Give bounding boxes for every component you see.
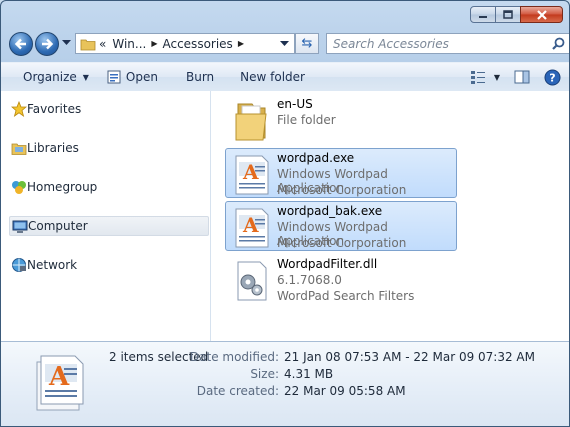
libraries-icon	[11, 143, 27, 155]
view-controls: ▼ ?	[470, 63, 561, 91]
file-item-wordpad[interactable]: A wordpad.exe Windows Wordpad Applicatio…	[225, 148, 457, 198]
nav-item-homegroup[interactable]: Homegroup	[9, 177, 209, 197]
wordpad-icon: A	[36, 355, 84, 411]
nav-item-libraries[interactable]: Libraries	[9, 138, 209, 158]
wordpad-icon: A	[235, 155, 269, 195]
caption-buttons	[470, 6, 563, 23]
size-value: 4.31 MB	[284, 367, 334, 381]
minimize-icon	[479, 15, 487, 18]
open-label: Open	[125, 70, 158, 84]
svg-text:A: A	[242, 160, 259, 184]
network-icon	[12, 258, 26, 272]
dll-icon	[237, 261, 267, 301]
nav-label: Favorites	[27, 102, 82, 116]
star-icon	[11, 101, 27, 117]
organize-menu[interactable]: Organize ▼	[1, 63, 97, 91]
nav-label: Libraries	[27, 141, 79, 155]
date-created-label: Date created:	[196, 384, 279, 398]
computer-icon	[12, 220, 28, 233]
view-icon	[470, 71, 485, 84]
change-view-button[interactable]: ▼	[470, 70, 500, 84]
chevron-down-icon: ▼	[493, 72, 500, 82]
file-name: wordpad.exe	[277, 151, 355, 165]
minimize-button[interactable]	[470, 6, 496, 23]
navigation-bar: « Win... ▶ Accessories ▶ ⇆ Search Access…	[9, 32, 569, 56]
date-modified-value: 21 Jan 08 07:53 AM - 22 Mar 09 07:32 AM	[284, 350, 535, 364]
recent-pages-dropdown-icon[interactable]	[62, 40, 71, 46]
file-name: WordpadFilter.dll	[277, 257, 378, 271]
chevron-down-icon[interactable]	[280, 41, 289, 47]
burn-button[interactable]: Burn	[166, 63, 222, 91]
file-item-wordpad-bak[interactable]: A wordpad_bak.exe Windows Wordpad Applic…	[225, 201, 457, 251]
svg-text:?: ?	[549, 71, 555, 84]
breadcrumb-windows[interactable]: Win...	[112, 37, 146, 51]
chevron-down-icon: ▼	[82, 72, 89, 82]
search-input[interactable]: Search Accessories	[326, 33, 569, 54]
breadcrumb-accessories[interactable]: Accessories	[162, 37, 232, 51]
maximize-button[interactable]	[495, 6, 521, 23]
burn-label: Burn	[185, 70, 215, 84]
nav-label: Computer	[28, 219, 88, 233]
arrow-right-icon	[42, 38, 54, 50]
search-icon[interactable]	[552, 37, 565, 50]
date-created-value: 22 Mar 09 05:58 AM	[284, 384, 406, 398]
svg-text:A: A	[48, 362, 70, 392]
svg-text:A: A	[242, 213, 259, 237]
folder-icon	[80, 39, 96, 50]
command-bar: Organize ▼ Open Burn New folder ▼ ?	[1, 62, 569, 92]
nav-item-computer[interactable]: Computer	[9, 216, 209, 236]
help-icon[interactable]: ?	[544, 69, 561, 86]
organize-label: Organize	[23, 70, 77, 84]
details-pane: A 2 items selected Date modified: 21 Jan…	[1, 341, 569, 426]
file-name: en-US	[277, 97, 313, 111]
navigation-pane: Favorites Libraries Homegroup Computer N…	[1, 91, 211, 341]
file-company: Microsoft Corporation	[277, 236, 407, 250]
file-description: WordPad Search Filters	[277, 289, 415, 303]
new-folder-button[interactable]: New folder	[222, 63, 313, 91]
forward-button[interactable]	[35, 32, 59, 56]
file-item-wordpadfilter[interactable]: WordpadFilter.dll 6.1.7068.0 WordPad Sea…	[225, 254, 457, 304]
nav-label: Network	[27, 258, 78, 272]
new-folder-label: New folder	[240, 70, 305, 84]
size-label: Size:	[250, 367, 279, 381]
back-button[interactable]	[9, 32, 33, 56]
folder-icon	[235, 103, 267, 141]
chevron-right-icon[interactable]: ▶	[238, 39, 244, 48]
nav-item-network[interactable]: Network	[9, 255, 209, 275]
file-type: File folder	[277, 113, 336, 127]
file-company: Microsoft Corporation	[277, 183, 407, 197]
file-name: wordpad_bak.exe	[277, 204, 383, 218]
file-list: en-US File folder A wordpad.exe Windows …	[211, 91, 569, 341]
open-icon	[107, 70, 121, 84]
search-placeholder: Search Accessories	[333, 37, 449, 51]
explorer-window: « Win... ▶ Accessories ▶ ⇆ Search Access…	[0, 0, 570, 427]
refresh-button[interactable]: ⇆	[295, 33, 319, 54]
preview-pane-icon[interactable]	[514, 70, 530, 84]
address-bar[interactable]: « Win... ▶ Accessories ▶	[75, 33, 295, 54]
maximize-icon	[503, 10, 513, 19]
arrow-left-icon	[14, 38, 26, 50]
wordpad-icon: A	[235, 208, 269, 248]
close-button[interactable]	[520, 6, 563, 23]
date-modified-label: Date modified:	[189, 350, 279, 364]
open-button[interactable]: Open	[97, 63, 166, 91]
homegroup-icon	[12, 181, 26, 194]
nav-item-favorites[interactable]: Favorites	[9, 99, 209, 119]
close-icon	[536, 9, 547, 20]
nav-label: Homegroup	[27, 180, 98, 194]
file-version: 6.1.7068.0	[277, 273, 342, 287]
refresh-icon: ⇆	[301, 36, 313, 51]
address-overflow[interactable]: «	[99, 37, 106, 51]
chevron-right-icon[interactable]: ▶	[151, 39, 157, 48]
file-item-en-us[interactable]: en-US File folder	[225, 94, 457, 144]
